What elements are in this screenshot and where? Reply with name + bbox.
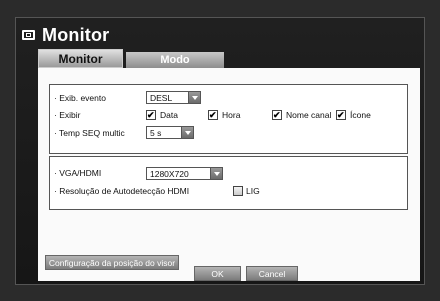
nome-canal-checkbox[interactable] — [272, 110, 282, 120]
seq-value: 5 s — [150, 127, 162, 138]
event-value: DESL — [150, 92, 173, 103]
icone-checkbox[interactable] — [336, 110, 346, 120]
icone-checkbox-label: Ícone — [350, 110, 371, 120]
tab-modo[interactable]: Modo — [126, 52, 224, 68]
lig-checkbox-label: LIG — [246, 186, 260, 196]
hora-checkbox[interactable] — [208, 110, 218, 120]
settings-panel: · Exib. evento DESL · Exibir Data Hora N… — [38, 68, 420, 281]
monitor-dialog: Monitor Monitor Modo · Exib. evento DESL… — [15, 17, 425, 285]
seq-dropdown[interactable]: 5 s — [146, 126, 194, 139]
show-label: · Exibir — [54, 110, 81, 120]
data-checkbox[interactable] — [146, 110, 156, 120]
vga-label: · VGA/HDMI — [54, 168, 102, 178]
seq-row: · Temp SEQ multic — [54, 126, 125, 140]
hdmi-row: · Resolução de Autodetecção HDMI — [54, 184, 189, 198]
show-row: · Exibir — [54, 108, 80, 122]
nome-canal-checkbox-label: Nome canal — [286, 110, 332, 120]
data-checkbox-label: Data — [160, 110, 178, 120]
output-settings-group: · VGA/HDMI 1280X720 · Resolução de Autod… — [49, 156, 408, 210]
event-dropdown[interactable]: DESL — [146, 91, 201, 104]
hora-checkbox-label: Hora — [222, 110, 241, 120]
vga-value: 1280X720 — [150, 168, 189, 179]
vga-dropdown[interactable]: 1280X720 — [146, 167, 223, 180]
hdmi-label: · Resolução de Autodetecção HDMI — [54, 186, 190, 196]
event-row: · Exib. evento — [54, 91, 106, 105]
seq-label: · Temp SEQ multic — [54, 128, 125, 138]
window-title: Monitor — [42, 24, 110, 45]
title-bar: Monitor — [22, 24, 109, 46]
monitor-icon — [22, 30, 35, 40]
ok-button[interactable]: OK — [194, 266, 241, 281]
lig-checkbox[interactable] — [233, 186, 243, 196]
configure-position-button[interactable]: Configuração da posição do visor — [45, 255, 179, 270]
vga-row: · VGA/HDMI — [54, 166, 101, 180]
chevron-down-icon[interactable] — [188, 91, 201, 104]
tab-monitor[interactable]: Monitor — [38, 49, 123, 68]
screen-frame: Monitor Monitor Modo · Exib. evento DESL… — [0, 0, 440, 301]
display-settings-group: · Exib. evento DESL · Exibir Data Hora N… — [49, 84, 408, 154]
chevron-down-icon[interactable] — [181, 126, 194, 139]
cancel-button[interactable]: Cancel — [246, 266, 298, 281]
event-label: · Exib. evento — [54, 93, 106, 103]
chevron-down-icon[interactable] — [210, 167, 223, 180]
